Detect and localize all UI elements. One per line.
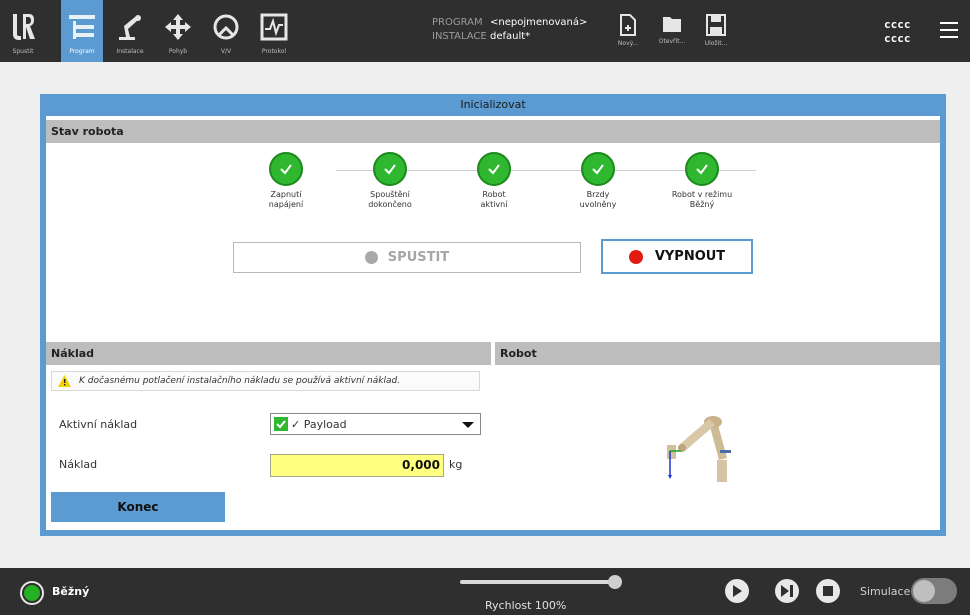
step-label: Robot aktivní	[480, 190, 508, 209]
dialog-title: Inicializovat	[460, 98, 526, 111]
log-chart-icon	[257, 10, 291, 44]
warning-icon	[58, 375, 71, 387]
nav-io-button[interactable]: V/V	[206, 0, 246, 62]
payload-header: Náklad	[46, 342, 491, 365]
payload-label: Náklad	[59, 458, 98, 471]
chevron-down-icon	[462, 422, 474, 428]
nav-program-label: Program	[69, 48, 95, 55]
step-label: Spouštění dokončeno	[368, 190, 412, 209]
dialog-body: Stav robota Zapnutí napájení Spouštění d…	[46, 116, 940, 530]
installation-name: default*	[490, 31, 531, 42]
power-off-button-label: VYPNOUT	[654, 249, 726, 264]
robot-state-header: Stav robota	[46, 120, 940, 143]
step-label: Zapnutí napájení	[268, 190, 304, 209]
power-off-button[interactable]: VYPNOUT	[601, 239, 753, 274]
stop-icon	[823, 586, 833, 596]
io-icon	[209, 10, 243, 44]
nav-run-label: Spustit	[12, 48, 34, 55]
initialize-dialog: Inicializovat Stav robota Zapnutí napáje…	[40, 94, 946, 536]
active-payload-select[interactable]: ✓ Payload	[270, 413, 481, 435]
new-file-button[interactable]: Nový...	[608, 14, 648, 47]
step-boot-complete: Spouštění dokončeno	[350, 152, 430, 210]
user-line-2: cccc	[884, 32, 911, 45]
open-file-button[interactable]: Otevřít...	[652, 14, 692, 45]
check-icon	[373, 152, 407, 186]
step-label: Brzdy uvolněny	[579, 190, 617, 209]
payload-warning-text: K dočasnému potlačení instalačního nákla…	[79, 376, 401, 386]
nav-io-label: V/V	[220, 48, 232, 55]
check-icon	[581, 152, 615, 186]
installation-key: INSTALACE	[432, 31, 487, 42]
program-tree-icon	[65, 10, 99, 44]
payload-warning: K dočasnému potlačení instalačního nákla…	[51, 371, 480, 391]
nav-program-button[interactable]: Program	[61, 0, 103, 62]
step-robot-active: Robot aktivní	[454, 152, 534, 210]
robot-arm-icon	[113, 10, 147, 44]
speed-slider-handle[interactable]	[608, 575, 622, 589]
robot-arm-model-icon	[667, 416, 731, 482]
nav-move-label: Pohyb	[168, 48, 188, 55]
save-file-button[interactable]: Uložit...	[696, 14, 736, 47]
stop-button[interactable]	[816, 579, 840, 603]
program-key: PROGRAM	[432, 17, 483, 28]
speed-label: Rychlost 100%	[485, 599, 567, 612]
payload-unit: kg	[449, 458, 463, 471]
active-payload-value: ✓ Payload	[291, 417, 347, 431]
check-icon	[685, 152, 719, 186]
checkbox-checked-icon	[274, 417, 288, 431]
step-forward-icon	[781, 585, 793, 597]
robot-mode-label: Běžný	[52, 585, 90, 598]
active-payload-label: Aktivní náklad	[59, 418, 138, 431]
status-dot-icon	[628, 249, 643, 264]
user-line-1: cccc	[884, 18, 911, 31]
play-icon	[733, 585, 742, 597]
simulation-toggle[interactable]	[911, 578, 957, 604]
bottom-status-bar: Běžný Rychlost 100% Simulace	[0, 568, 970, 615]
nav-move-button[interactable]: Pohyb	[158, 0, 198, 62]
program-info: PROGRAM <nepojmenovaná> INSTALACE default*	[432, 16, 587, 44]
nav-run-button[interactable]: Spustit	[0, 0, 46, 62]
nav-log-button[interactable]: Protokol	[254, 0, 294, 62]
play-button[interactable]	[725, 579, 749, 603]
top-bar: Spustit Program Instalace Pohyb V/V Prot…	[0, 0, 970, 62]
nav-installation-button[interactable]: Instalace	[108, 0, 152, 62]
end-button[interactable]: Konec	[51, 492, 225, 522]
step-power-on: Zapnutí napájení	[246, 152, 326, 210]
new-file-label: Nový...	[617, 40, 639, 47]
save-disk-icon	[706, 14, 726, 36]
hamburger-menu-icon[interactable]	[940, 22, 958, 43]
start-button-label: SPUSTIT	[387, 250, 450, 265]
ur-logo-icon	[6, 10, 40, 44]
simulation-label: Simulace	[860, 585, 911, 598]
nav-installation-label: Instalace	[116, 48, 144, 55]
robot-mode-icon[interactable]	[20, 581, 44, 605]
new-file-icon	[620, 14, 636, 36]
status-dot-icon	[364, 251, 378, 264]
user-indicator[interactable]: cccc cccc	[884, 18, 911, 46]
step-label: Robot v režimu Běžný	[671, 190, 733, 209]
robot-3d-view[interactable]	[495, 365, 940, 482]
step-normal-mode: Robot v režimu Běžný	[662, 152, 742, 210]
step-brakes-released: Brzdy uvolněny	[558, 152, 638, 210]
check-icon	[269, 152, 303, 186]
open-file-label: Otevřít...	[658, 38, 686, 45]
check-icon	[477, 152, 511, 186]
step-button[interactable]	[775, 579, 799, 603]
speed-slider-track[interactable]	[460, 580, 616, 584]
start-button[interactable]: SPUSTIT	[233, 242, 581, 273]
open-folder-icon	[663, 17, 681, 32]
nav-log-label: Protokol	[261, 48, 287, 55]
payload-input[interactable]: 0,000	[270, 454, 444, 477]
save-file-label: Uložit...	[704, 40, 728, 47]
program-name: <nepojmenovaná>	[490, 17, 588, 28]
move-arrows-icon	[161, 10, 195, 44]
robot-header: Robot	[495, 342, 940, 365]
